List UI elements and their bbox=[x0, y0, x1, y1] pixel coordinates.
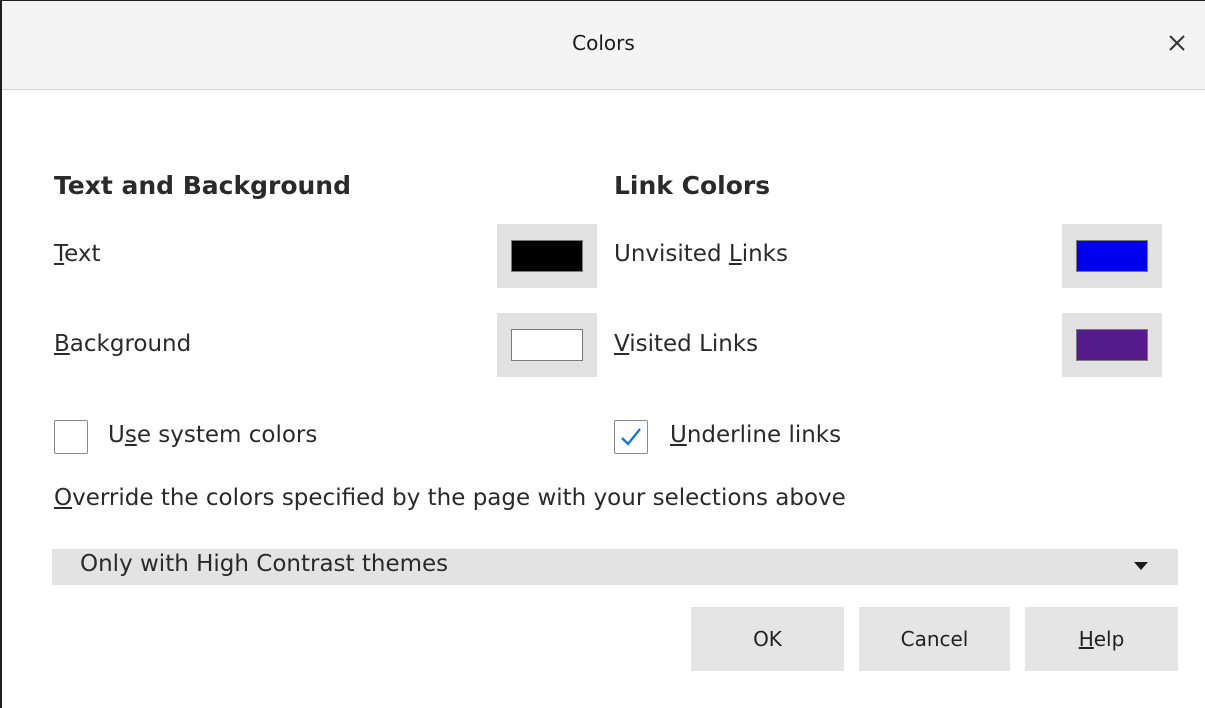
dropdown-arrow-icon bbox=[1134, 562, 1148, 570]
underline-links-checkbox[interactable] bbox=[614, 420, 648, 454]
override-mnemonic: O bbox=[54, 485, 73, 511]
text-color-swatch bbox=[511, 240, 583, 272]
text-background-heading: Text and Background bbox=[54, 171, 351, 200]
override-label: Override the colors specified by the pag… bbox=[54, 485, 846, 511]
colors-dialog: Colors Text and Background Text Backgrou… bbox=[0, 0, 1205, 708]
unvisited-mnemonic: L bbox=[728, 241, 742, 267]
visited-links-color-button[interactable] bbox=[1062, 313, 1162, 377]
system-colors-pre: U bbox=[108, 422, 125, 448]
use-system-colors-checkbox[interactable] bbox=[54, 420, 88, 454]
override-colors-select[interactable]: Only with High Contrast themes bbox=[52, 549, 1178, 585]
visited-rest: isited Links bbox=[629, 331, 759, 357]
background-color-button[interactable] bbox=[497, 313, 597, 377]
close-button[interactable] bbox=[1159, 25, 1195, 61]
dialog-title: Colors bbox=[572, 31, 635, 55]
text-label-mnemonic: T bbox=[54, 241, 65, 267]
visited-mnemonic: V bbox=[614, 331, 630, 357]
underline-rest: nderline links bbox=[686, 422, 842, 448]
text-label-rest: ext bbox=[64, 241, 101, 267]
checkmark-icon bbox=[621, 428, 641, 446]
override-rest: verride the colors specified by the page… bbox=[72, 485, 846, 511]
title-bar: Colors bbox=[2, 1, 1205, 90]
help-rest: elp bbox=[1093, 627, 1125, 651]
visited-links-swatch bbox=[1076, 329, 1148, 361]
ok-button[interactable]: OK bbox=[691, 607, 844, 671]
underline-mnemonic: U bbox=[670, 422, 687, 448]
text-color-button[interactable] bbox=[497, 224, 597, 288]
unvisited-rest: inks bbox=[741, 241, 788, 267]
close-icon bbox=[1169, 35, 1185, 51]
unvisited-links-swatch bbox=[1076, 240, 1148, 272]
override-select-value: Only with High Contrast themes bbox=[80, 551, 449, 577]
system-colors-mnemonic: s bbox=[124, 422, 137, 448]
unvisited-links-label: Unvisited Links bbox=[614, 241, 788, 267]
link-colors-heading: Link Colors bbox=[614, 171, 771, 200]
cancel-button[interactable]: Cancel bbox=[859, 607, 1010, 671]
unvisited-links-color-button[interactable] bbox=[1062, 224, 1162, 288]
help-button[interactable]: Help bbox=[1025, 607, 1178, 671]
visited-links-label: Visited Links bbox=[614, 331, 758, 357]
background-color-swatch bbox=[511, 329, 583, 361]
unvisited-pre: Unvisited bbox=[614, 241, 729, 267]
system-colors-rest: e system colors bbox=[136, 422, 318, 448]
background-label-mnemonic: B bbox=[54, 331, 70, 357]
text-color-label: Text bbox=[54, 241, 101, 267]
background-color-label: Background bbox=[54, 331, 191, 357]
use-system-colors-label: Use system colors bbox=[108, 422, 317, 448]
help-mnemonic: H bbox=[1078, 627, 1094, 651]
background-label-rest: ackground bbox=[69, 331, 192, 357]
underline-links-label: Underline links bbox=[670, 422, 841, 448]
